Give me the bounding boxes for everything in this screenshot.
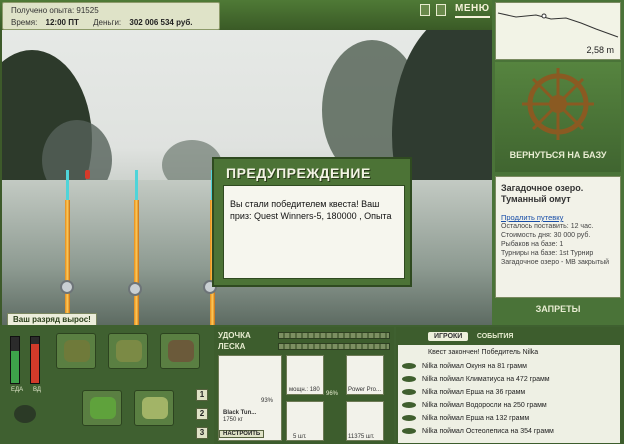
- status-meters: ЕДА ВД: [2, 330, 48, 423]
- list-item: Nilka поймал Окуня на 81 грамм: [402, 363, 527, 370]
- event-text: Nilka поймал Ерша на 132 грамм: [422, 415, 530, 422]
- chat-panel: ИГРОКИ СОБЫТИЯ Квест закончен! Победител…: [396, 327, 624, 444]
- dialog-title: ПРЕДУПРЕЖДЕНИЕ: [226, 165, 371, 181]
- location-info: Загадочное озеро. Туманный омут Продлить…: [495, 176, 621, 298]
- cauldron-icon[interactable]: [12, 400, 38, 424]
- time-value: 12:00 ПТ: [45, 18, 79, 27]
- event-text: Nilka поймал Климатиуса на 472 грамм: [422, 376, 550, 383]
- bucket-slot[interactable]: [134, 390, 174, 426]
- chat-log: Квест закончен! Победитель Nilka Nilka п…: [398, 345, 620, 443]
- fish-icon: [402, 363, 416, 370]
- location-title: Загадочное озеро. Туманный омут: [501, 183, 584, 204]
- hook-slot[interactable]: 5 шт.: [286, 401, 324, 441]
- dialog-message: Вы стали победителем квеста! Ваш приз: Q…: [223, 185, 405, 279]
- line-bar-label: ЛЕСКА: [218, 342, 246, 351]
- window-icon[interactable]: [420, 4, 430, 16]
- fish-icon: [402, 389, 416, 396]
- food-meter: [10, 336, 20, 384]
- rod-percent: 93%: [261, 398, 274, 404]
- info-line: Загадочное озеро - МВ закрытый: [501, 259, 610, 266]
- drink-meter: [30, 336, 40, 384]
- setup-button[interactable]: НАСТРОИТЬ: [219, 430, 265, 438]
- return-to-base-button[interactable]: ВЕРНУТЬСЯ НА БАЗУ: [495, 150, 621, 160]
- depth-map[interactable]: 2,58 m: [495, 2, 621, 60]
- event-text: Nilka поймал Остеолеписа на 354 грамм: [422, 428, 554, 435]
- extend-permit-link[interactable]: Продлить путевку: [501, 213, 615, 222]
- rod-bag-slot[interactable]: [160, 333, 200, 369]
- list-item: Nilka поймал Климатиуса на 472 грамм: [402, 376, 550, 383]
- ship-wheel-icon: [522, 68, 594, 140]
- tab-events[interactable]: СОБЫТИЯ: [471, 332, 520, 341]
- line-name: Power Pro...: [348, 387, 382, 393]
- tackle-panel: УДОЧКА ЛЕСКА 93% Black Tun... 1750 кг мо…: [214, 327, 394, 444]
- slot-3-button[interactable]: 3: [196, 427, 208, 439]
- reel-icon-1: [60, 280, 74, 294]
- time-label: Время:: [11, 18, 38, 27]
- food-label: ЕДА: [11, 387, 24, 393]
- money-label: Деньги:: [93, 18, 122, 27]
- xp-text: Получено опыта: 91525: [11, 6, 99, 15]
- reel-slot[interactable]: мощн.: 180: [286, 355, 324, 395]
- warning-dialog: ПРЕДУПРЕЖДЕНИЕ Вы стали победителем квес…: [212, 157, 412, 287]
- info-line: Турниры на базе: 1st Турнир: [501, 250, 594, 257]
- info-line: Осталось поставить: 12 час.: [501, 223, 594, 230]
- tackle-box-slot[interactable]: [56, 333, 96, 369]
- backpack-slot[interactable]: [108, 333, 148, 369]
- rod-tip-2: [135, 170, 138, 200]
- tab-players[interactable]: ИГРОКИ: [428, 332, 469, 341]
- fish-icon: [402, 376, 416, 383]
- list-item: Nilka поймал Ерша на 132 грамм: [402, 415, 529, 422]
- rod-1[interactable]: [65, 200, 70, 325]
- list-item: Nilka поймал Остеолеписа на 354 грамм: [402, 428, 554, 435]
- info-line: Стоимость дня: 30 000 руб.: [501, 232, 591, 239]
- bans-button[interactable]: ЗАПРЕТЫ: [495, 304, 621, 314]
- bait-basket-slot[interactable]: [82, 390, 122, 426]
- list-item: Nilka поймал Ерша на 36 грамм: [402, 389, 525, 396]
- info-line: Рыбаков на базе: 1: [501, 241, 564, 248]
- slot-1-button[interactable]: 1: [196, 389, 208, 401]
- reel-icon-2: [128, 282, 142, 296]
- hook-count: 5 шт.: [293, 434, 307, 440]
- bait-slot[interactable]: 11375 шт.: [346, 401, 384, 441]
- fish-icon: [402, 402, 416, 409]
- fish-icon: [402, 415, 416, 422]
- line-tension-bar: [278, 343, 390, 350]
- fullscreen-icon[interactable]: [436, 4, 446, 16]
- money-value: 302 006 534 руб.: [129, 18, 193, 27]
- list-item: Nilka поймал Водоросли на 250 грамм: [402, 402, 547, 409]
- rod-tension-bar: [278, 332, 390, 339]
- rod-bar-label: УДОЧКА: [218, 331, 251, 340]
- line-slot[interactable]: Power Pro...: [346, 355, 384, 395]
- event-text: Nilka поймал Окуня на 81 грамм: [422, 363, 527, 370]
- rod-tip-1: [66, 170, 69, 200]
- rod-weight: 1750 кг: [223, 417, 243, 423]
- player-stats-panel: Получено опыта: 91525 Время: 12:00 ПТ Де…: [2, 2, 220, 30]
- menu-button[interactable]: МЕНЮ: [455, 3, 490, 18]
- reel-percent: 96%: [326, 391, 339, 397]
- event-text: Nilka поймал Ерша на 36 грамм: [422, 389, 526, 396]
- event-text: Nilka поймал Водоросли на 250 грамм: [422, 402, 547, 409]
- rod-slot[interactable]: 93% Black Tun... 1750 кг: [218, 355, 282, 441]
- rod-2[interactable]: [134, 200, 139, 325]
- drink-label: ВД: [33, 387, 41, 393]
- rod-name: Black Tun...: [223, 410, 257, 416]
- slot-2-button[interactable]: 2: [196, 408, 208, 420]
- buoy-icon: [85, 170, 90, 179]
- bait-count: 11375 шт.: [348, 434, 375, 440]
- fish-icon: [402, 428, 416, 435]
- depth-value: 2,58 m: [586, 45, 614, 55]
- chat-header: Квест закончен! Победитель Nilka: [428, 349, 539, 356]
- reel-info: мощн.: 180: [289, 387, 320, 393]
